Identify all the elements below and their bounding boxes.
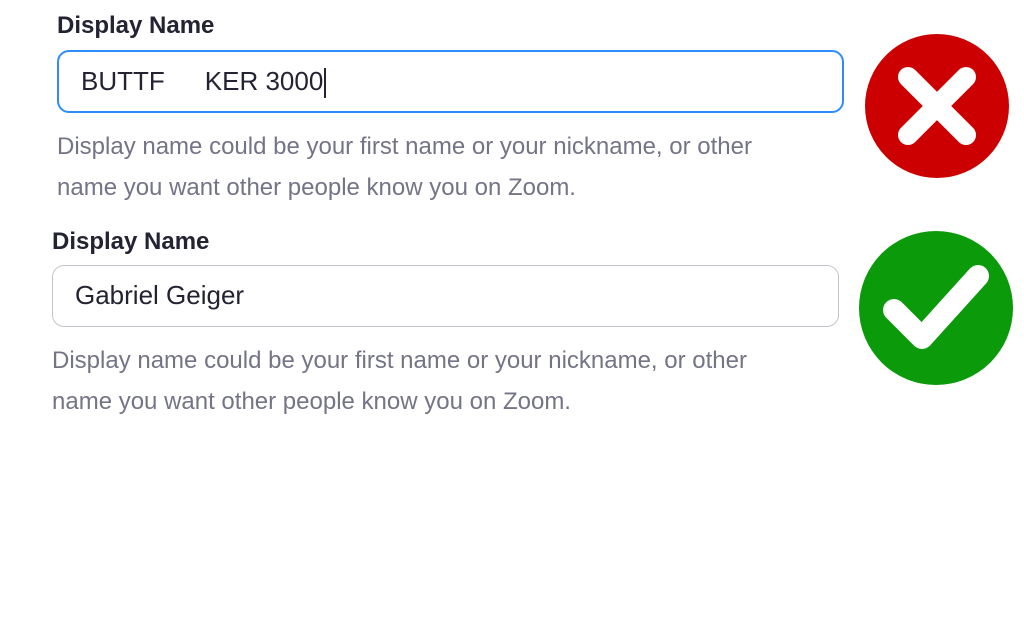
input-value-part-2: KER 3000 bbox=[204, 66, 324, 96]
display-name-label-2: Display Name bbox=[52, 228, 210, 255]
help-line: name you want other people know you on Z… bbox=[57, 174, 576, 201]
display-name-help-2: Display name could be your first name or… bbox=[52, 340, 747, 422]
text-caret bbox=[324, 68, 327, 99]
display-name-help-1: Display name could be your first name or… bbox=[57, 126, 752, 208]
display-name-label-1: Display Name bbox=[57, 12, 215, 39]
display-name-input-2[interactable]: Gabriel Geiger bbox=[52, 265, 839, 327]
help-line: name you want other people know you on Z… bbox=[52, 388, 571, 415]
help-line: Display name could be your first name or… bbox=[57, 133, 752, 160]
help-line: Display name could be your first name or… bbox=[52, 347, 747, 374]
checkmark-icon bbox=[859, 231, 1013, 385]
x-icon bbox=[865, 34, 1009, 178]
input-value-part-1: BUTTF bbox=[81, 66, 165, 96]
display-name-input-1[interactable]: BUTTF KER 3000 bbox=[57, 50, 844, 113]
comparison-panel: Display Name BUTTF KER 3000 Display name … bbox=[0, 0, 1024, 630]
